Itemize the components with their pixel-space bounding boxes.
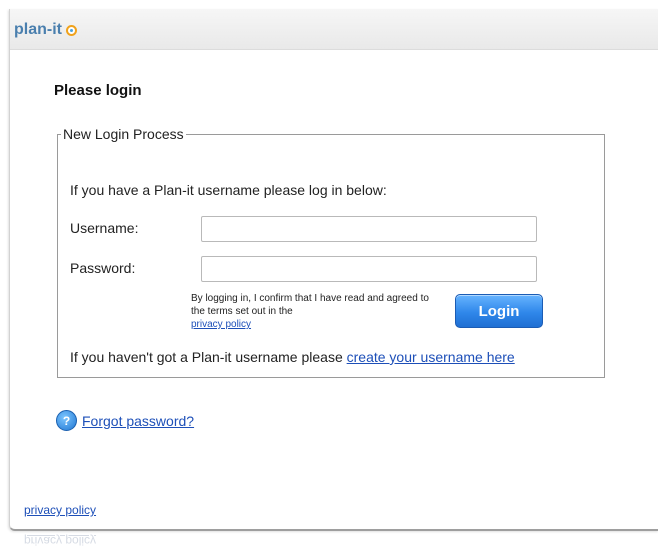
- brand-logo[interactable]: plan-it: [14, 21, 77, 39]
- login-fieldset: New Login Process If you have a Plan-it …: [57, 126, 605, 378]
- signup-prompt: If you haven't got a Plan-it username pl…: [70, 349, 515, 365]
- username-label: Username:: [70, 220, 139, 236]
- header-bar: plan-it: [10, 9, 658, 50]
- forgot-password: ? Forgot password?: [56, 410, 194, 431]
- page-title: Please login: [54, 82, 142, 99]
- privacy-link-reflection: privacy policy: [24, 534, 97, 548]
- brand-name: plan-it: [14, 21, 62, 38]
- username-input[interactable]: [201, 216, 537, 242]
- create-username-link[interactable]: create your username here: [347, 349, 515, 365]
- password-label: Password:: [70, 260, 136, 276]
- password-input[interactable]: [201, 256, 537, 282]
- login-button[interactable]: Login: [455, 294, 543, 328]
- terms-text: By logging in, I confirm that I have rea…: [191, 293, 429, 317]
- terms-confirmation: By logging in, I confirm that I have rea…: [191, 292, 441, 331]
- footer-privacy-link[interactable]: privacy policy: [24, 503, 96, 517]
- login-intro: If you have a Plan-it username please lo…: [70, 182, 387, 198]
- login-legend: New Login Process: [63, 126, 184, 142]
- logo-ring-icon: [66, 24, 77, 36]
- help-icon[interactable]: ?: [56, 410, 77, 431]
- terms-privacy-link[interactable]: privacy policy: [191, 319, 251, 330]
- forgot-password-link[interactable]: Forgot password?: [82, 413, 194, 429]
- signup-text: If you haven't got a Plan-it username pl…: [70, 349, 343, 365]
